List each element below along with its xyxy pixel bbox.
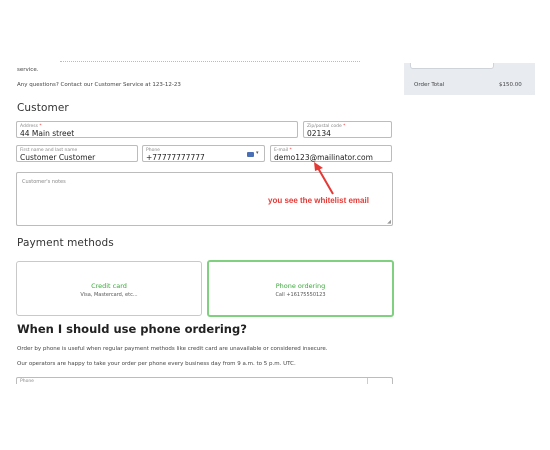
customer-heading: Customer [17,102,69,114]
phone-ordering-para1: Order by phone is useful when regular pa… [17,346,328,352]
order-total-label: Order Total [414,82,445,88]
service-text: service. [17,67,39,73]
chevron-down-icon: ▾ [256,150,259,156]
address-value: 44 Main street [20,129,75,138]
zip-field[interactable]: Zip/postal code * 02134 [303,121,392,138]
annotation-text: you see the whitelist email [268,196,369,205]
phone-ordering-para2: Our operators are happy to take your ord… [17,361,296,367]
summary-card-bottom [410,63,494,69]
annotation-arrow [314,162,334,195]
phone-ordering-subtitle: Call +16175550123 [275,292,326,298]
payment-method-credit-card[interactable]: Credit card Visa, Mastercard, etc... [16,261,202,316]
order-total-value: $150.00 [499,82,522,88]
address-field[interactable]: Address * 44 Main street [16,121,298,138]
phone-input-label: Phone [20,379,34,384]
phone-field[interactable]: Phone +77777777777 ▾ [142,145,265,162]
phone-ordering-title: Phone ordering [275,282,326,290]
contact-text: Any questions? Contact our Customer Serv… [17,82,181,88]
country-flag-dropdown[interactable]: ▾ [247,150,263,158]
zip-value: 02134 [307,129,331,138]
resize-handle-icon[interactable]: ◢ [387,219,391,225]
flag-icon [247,152,254,157]
notes-label: Customer's notes [22,179,66,185]
credit-card-subtitle: Visa, Mastercard, etc... [80,292,138,298]
phone-value: +77777777777 [146,153,205,162]
cut-off-text-fragments [60,61,360,63]
payment-methods-heading: Payment methods [17,237,114,249]
name-value: Customer Customer [20,153,96,162]
payment-method-phone-ordering[interactable]: Phone ordering Call +16175550123 [207,260,394,317]
phone-input-partial[interactable]: Phone [16,377,393,384]
credit-card-title: Credit card [91,282,127,290]
phone-ordering-heading: When I should use phone ordering? [17,322,247,336]
phone-input-divider [367,378,368,384]
name-field[interactable]: First name and last name Customer Custom… [16,145,138,162]
